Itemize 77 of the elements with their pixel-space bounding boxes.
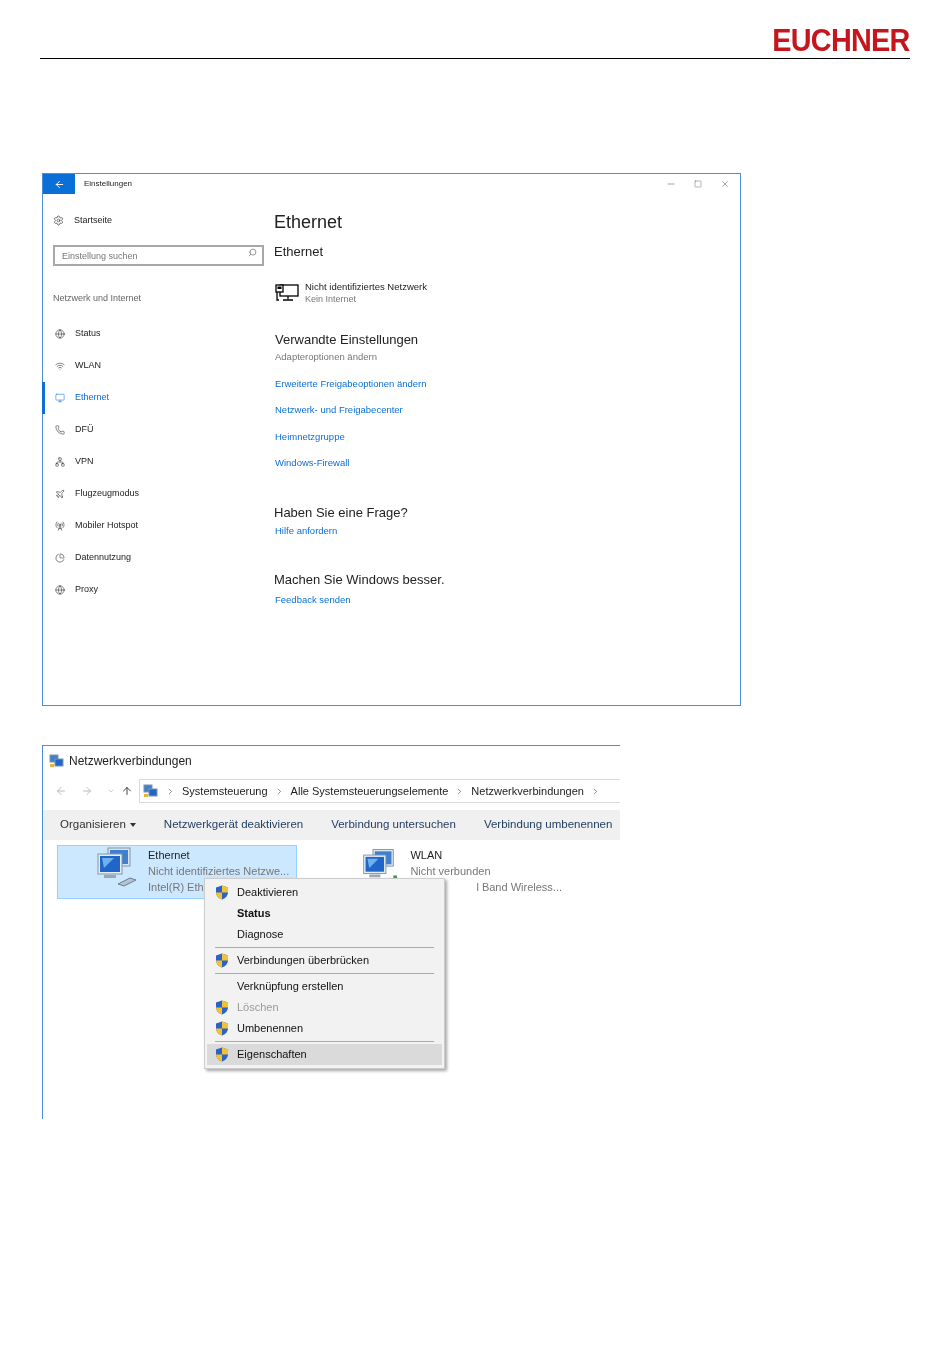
address-bar[interactable]: Systemsteuerung Alle Systemsteuerungselemente Netzwerkverbindungen	[139, 779, 620, 803]
caret-icon[interactable]	[107, 787, 115, 795]
phone-icon	[55, 424, 65, 435]
menu-item[interactable]: Status	[207, 903, 442, 924]
chevron-icon	[166, 786, 175, 796]
section-heading: Machen Sie Windows besser.	[274, 571, 445, 590]
breadcrumb-item[interactable]: Systemsteuerung	[182, 782, 268, 800]
home-link[interactable]: Startseite	[43, 214, 274, 228]
shield-icon	[215, 1000, 229, 1015]
logo: EUCHNER	[772, 24, 910, 56]
nav-item[interactable]: Status	[42, 317, 274, 350]
page-title: Ethernet	[274, 211, 344, 234]
adapter-device: Intel(R) Eth	[148, 880, 204, 895]
feedback-link[interactable]: Feedback senden	[274, 592, 445, 607]
network-folder-icon	[143, 784, 159, 798]
up-arrow-icon[interactable]	[121, 785, 133, 797]
monitor-icon	[55, 392, 65, 403]
related-link[interactable]: Windows-Firewall	[275, 450, 445, 477]
adapter-device: l Band Wireless...	[475, 880, 562, 895]
network-name: Nicht identifiziertes Netzwerk	[305, 279, 427, 293]
breadcrumb-item[interactable]: Alle Systemsteuerungselemente	[290, 782, 449, 800]
adapter-name: Ethernet	[148, 848, 190, 863]
adapter-status: Nicht verbunden	[410, 864, 491, 879]
globe-icon	[55, 328, 65, 339]
nav-item[interactable]: DFÜ	[42, 413, 274, 446]
breadcrumb-item[interactable]: Netzwerkverbindungen	[471, 782, 584, 800]
menu-item[interactable]: Umbenennen	[207, 1018, 442, 1039]
search-field[interactable]: Einstellung suchen	[53, 245, 264, 266]
related-link[interactable]: Erweiterte Freigabeoptionen ändern	[275, 370, 445, 397]
window-title: Netzwerkverbindungen	[69, 753, 192, 770]
shield-icon	[215, 1021, 229, 1036]
section-label: Netzwerk und Internet	[52, 292, 143, 305]
shield-icon	[215, 953, 229, 968]
section-heading: Haben Sie eine Frage?	[274, 503, 409, 522]
nav-item[interactable]: WLAN	[42, 349, 274, 382]
nav-item[interactable]: Proxy	[42, 573, 274, 606]
toolbar-button[interactable]: Verbindung umbenennen	[470, 811, 626, 839]
nav-item[interactable]: Flugzeugmodus	[42, 477, 274, 510]
toolbar-button[interactable]: Verbindung untersuchen	[318, 811, 469, 839]
antenna-icon	[55, 520, 65, 531]
section-heading: Verwandte Einstellungen	[274, 330, 420, 349]
close-icon[interactable]	[720, 179, 730, 189]
network-folder-icon	[49, 754, 65, 768]
gear-icon	[53, 215, 64, 227]
monitor-icon	[275, 283, 299, 302]
shield-icon	[215, 1047, 229, 1062]
forward-arrow-icon[interactable]	[81, 785, 93, 797]
menu-item[interactable]: Verbindungen überbrücken	[207, 950, 442, 971]
window-title: Einstellungen	[84, 178, 133, 190]
related-link[interactable]: Netzwerk- und Freigabecenter	[275, 397, 445, 424]
toolbar-button[interactable]: Netzwerkgerät deaktivieren	[150, 811, 317, 839]
wifi-icon	[55, 360, 65, 371]
maximize-icon[interactable]	[694, 180, 702, 188]
menu-item[interactable]: Eigenschaften	[207, 1044, 442, 1065]
toolbar-button[interactable]: Organisieren	[47, 811, 149, 839]
nav-item[interactable]: Datennutzung	[42, 541, 274, 574]
nav-item[interactable]: VPN	[42, 445, 274, 478]
pie-chart-icon	[55, 552, 65, 563]
help-link[interactable]: Hilfe anfordern	[274, 524, 445, 539]
network-status: Kein Internet	[305, 292, 358, 306]
related-link[interactable]: Heimnetzgruppe	[275, 423, 445, 450]
search-icon	[248, 247, 257, 257]
globe-icon	[55, 584, 65, 595]
nav-item[interactable]: Ethernet	[42, 381, 274, 414]
airplane-icon	[55, 488, 65, 499]
back-arrow-icon	[53, 178, 65, 190]
back-arrow-icon[interactable]	[55, 785, 67, 797]
nav-item[interactable]: Mobiler Hotspot	[42, 509, 274, 542]
caret-icon	[129, 823, 136, 827]
network-icon	[55, 456, 65, 467]
subtitle: Ethernet	[274, 243, 325, 261]
menu-item[interactable]: Diagnose	[207, 924, 442, 945]
menu-item[interactable]: Verknüpfung erstellen	[207, 976, 442, 997]
adapter-status: Nicht identifiziertes Netzwe...	[148, 864, 290, 879]
back-button[interactable]	[43, 174, 75, 194]
shield-icon	[215, 885, 229, 900]
adapter-name: WLAN	[410, 848, 443, 863]
